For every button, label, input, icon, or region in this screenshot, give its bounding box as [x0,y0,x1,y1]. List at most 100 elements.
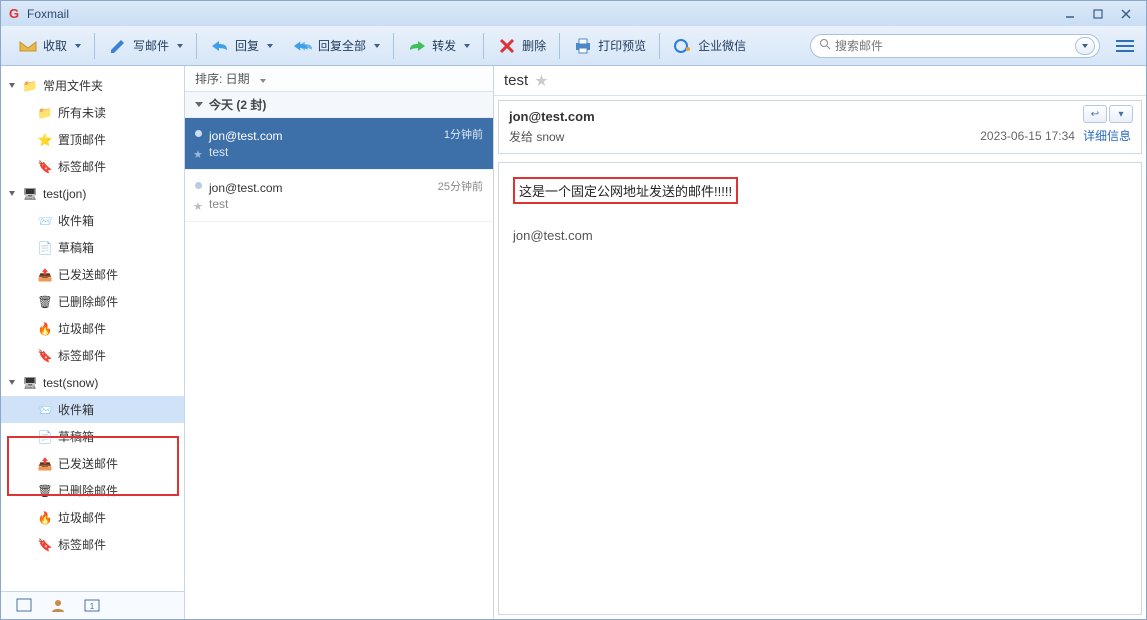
preview-subject: test [504,72,528,89]
search-box[interactable] [810,34,1100,58]
print-button[interactable]: 打印预览 [564,31,655,61]
forward-label: 转发 [432,37,456,54]
account-jon[interactable]: 🖥test(jon) [1,180,184,207]
svg-text:1: 1 [90,602,95,611]
main-area: 📁常用文件夹 📁所有未读 ⭐置顶邮件 🔖标签邮件 🖥test(jon) 📨收件箱… [1,66,1146,619]
junk-icon: 🔥 [37,510,53,526]
unread-dot-icon [195,130,202,137]
forward-icon [407,36,427,56]
acct2-trash[interactable]: 🗑已删除邮件 [1,477,184,504]
acct2-tags[interactable]: 🔖标签邮件 [1,531,184,558]
sort-row[interactable]: 排序: 日期 [185,66,493,92]
delete-label: 删除 [522,37,546,54]
acct1-junk[interactable]: 🔥垃圾邮件 [1,315,184,342]
header-reply-button[interactable]: ↩ [1083,105,1107,123]
unread-dot-icon [195,182,202,189]
acct1-tags[interactable]: 🔖标签邮件 [1,342,184,369]
message-time: 1分钟前 [444,126,483,142]
delete-button[interactable]: 删除 [488,31,555,61]
folder-tree: 📁常用文件夹 📁所有未读 ⭐置顶邮件 🔖标签邮件 🖥test(jon) 📨收件箱… [1,66,184,558]
pin-icon: ⭐ [37,132,53,148]
preview-pane: test ★ ↩ ▾ jon@test.com 发给 snow 2023-06-… [494,66,1146,619]
inbox-icon: 📨 [37,213,53,229]
receive-label: 收取 [43,37,67,54]
star-icon: ★ [193,200,203,213]
acct1-sent[interactable]: 📤已发送邮件 [1,261,184,288]
mail-view-button[interactable] [15,596,33,614]
acct2-inbox[interactable]: 📨收件箱 [1,396,184,423]
all-unread-folder[interactable]: 📁所有未读 [1,99,184,126]
preview-body: 这是一个固定公网地址发送的邮件!!!!! jon@test.com [498,162,1142,615]
group-today[interactable]: 今天 (2 封) [185,92,493,118]
acct1-drafts[interactable]: 📄草稿箱 [1,234,184,261]
print-label: 打印预览 [598,37,646,54]
message-item[interactable]: ★ jon@test.com test 25分钟前 [185,170,493,222]
search-input[interactable] [835,39,1077,53]
preview-from: jon@test.com [509,109,1131,124]
pen-icon [108,36,128,56]
acct2-sent[interactable]: 📤已发送邮件 [1,450,184,477]
contacts-button[interactable] [49,596,67,614]
titlebar: G Foxmail [1,1,1146,26]
account-snow[interactable]: 🖥test(snow) [1,369,184,396]
inbox-icon [18,36,38,56]
reply-all-icon [293,36,313,56]
chevron-down-icon [256,72,266,86]
acct2-drafts[interactable]: 📄草稿箱 [1,423,184,450]
message-time: 25分钟前 [438,178,483,194]
header-more-button[interactable]: ▾ [1109,105,1133,123]
inbox-icon: 📨 [37,402,53,418]
message-item[interactable]: ★ jon@test.com test 1分钟前 [185,118,493,170]
tagged-folder[interactable]: 🔖标签邮件 [1,153,184,180]
enterprise-button[interactable]: 企业微信 [664,31,755,61]
sent-icon: 📤 [37,456,53,472]
tag-icon: 🔖 [37,537,53,553]
acct1-inbox[interactable]: 📨收件箱 [1,207,184,234]
sent-icon: 📤 [37,267,53,283]
tag-icon: 🔖 [37,159,53,175]
star-icon[interactable]: ★ [534,71,548,91]
common-folder[interactable]: 📁常用文件夹 [1,72,184,99]
folder-sidebar: 📁常用文件夹 📁所有未读 ⭐置顶邮件 🔖标签邮件 🖥test(jon) 📨收件箱… [1,66,185,619]
print-icon [573,36,593,56]
wecom-icon [673,36,693,56]
junk-icon: 🔥 [37,321,53,337]
compose-button[interactable]: 写邮件 [99,31,192,61]
drafts-icon: 📄 [37,429,53,445]
delete-icon [497,36,517,56]
preview-title-bar: test ★ [494,66,1146,96]
sort-label: 排序: 日期 [195,70,250,87]
forward-button[interactable]: 转发 [398,31,479,61]
account-icon: 🖥 [22,186,38,202]
search-icon [819,38,831,53]
details-link[interactable]: 详细信息 [1083,129,1131,143]
account-icon: 🖥 [22,375,38,391]
reply-label: 回复 [235,37,259,54]
group-label: 今天 (2 封) [209,96,266,113]
trash-icon: 🗑 [37,294,53,310]
acct2-junk[interactable]: 🔥垃圾邮件 [1,504,184,531]
main-menu-button[interactable] [1112,35,1138,57]
maximize-button[interactable] [1084,5,1112,23]
reply-button[interactable]: 回复 [201,31,282,61]
tag-icon: 🔖 [37,348,53,364]
app-window: G Foxmail 收取 写邮件 回复 回复全部 转发 [0,0,1147,620]
minimize-button[interactable] [1056,5,1084,23]
message-from: jon@test.com [209,129,481,143]
sidebar-bottom-bar: 1 [1,591,184,620]
reply-icon [210,36,230,56]
search-dropdown[interactable] [1075,37,1095,55]
reply-all-button[interactable]: 回复全部 [284,31,389,61]
body-highlight-line: 这是一个固定公网地址发送的邮件!!!!! [513,177,738,204]
pinned-folder[interactable]: ⭐置顶邮件 [1,126,184,153]
calendar-button[interactable]: 1 [83,596,101,614]
drafts-icon: 📄 [37,240,53,256]
star-icon: ★ [193,148,203,161]
close-button[interactable] [1112,5,1140,23]
trash-icon: 🗑 [37,483,53,499]
preview-date: 2023-06-15 17:34 [980,129,1075,143]
acct1-trash[interactable]: 🗑已删除邮件 [1,288,184,315]
folder-icon: 📁 [22,78,38,94]
folder-icon: 📁 [37,105,53,121]
receive-button[interactable]: 收取 [9,31,90,61]
